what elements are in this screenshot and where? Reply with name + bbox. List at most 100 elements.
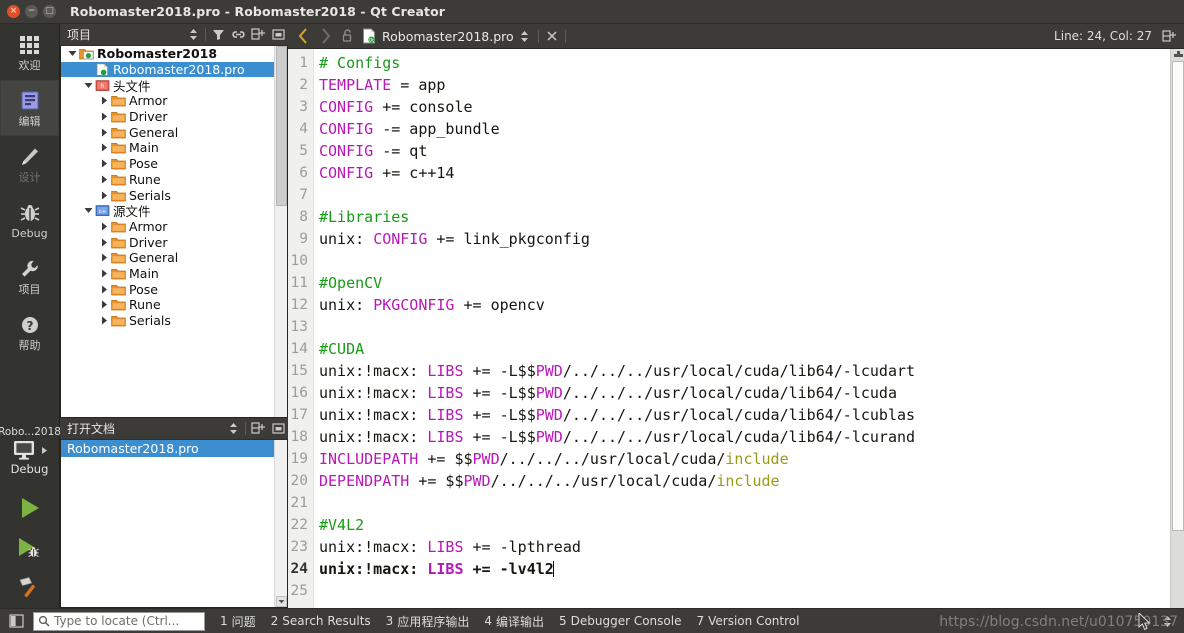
chevron-right-icon[interactable] <box>99 300 110 309</box>
locator-input[interactable]: Type to locate (Ctrl... <box>33 611 205 631</box>
output-tab-3[interactable]: 3 应用程序输出 <box>386 613 470 630</box>
tree-item-main[interactable]: Main <box>61 140 287 156</box>
chevron-right-icon[interactable] <box>99 269 110 278</box>
output-tab-4[interactable]: 4 编译输出 <box>484 613 544 630</box>
scrollbar-thumb[interactable] <box>276 46 287 206</box>
code-line[interactable]: #Libraries <box>314 206 1184 228</box>
code-line[interactable]: unix:!macx: LIBS += -L$$PWD/../../../usr… <box>314 382 1184 404</box>
mode-item-projects[interactable]: 项目 <box>0 248 59 304</box>
tree-item-general[interactable]: General <box>61 250 287 266</box>
code-line[interactable]: TEMPLATE = app <box>314 74 1184 96</box>
tree-item-robomaster2018-pro[interactable]: Robomaster2018.pro <box>61 61 287 78</box>
navigate-back-button[interactable] <box>292 26 314 46</box>
tree-item-armor[interactable]: Armor <box>61 219 287 235</box>
chevron-right-icon[interactable] <box>99 128 110 137</box>
output-tab-7[interactable]: 7 Version Control <box>696 614 799 628</box>
chevron-right-icon[interactable] <box>99 112 110 121</box>
mode-item-welcome[interactable]: 欢迎 <box>0 24 59 80</box>
tree-item-rune[interactable]: Rune <box>61 172 287 188</box>
chevron-right-icon[interactable] <box>99 159 110 168</box>
code-line[interactable]: INCLUDEPATH += $$PWD/../../../usr/local/… <box>314 448 1184 470</box>
chevron-down-icon[interactable] <box>83 82 94 89</box>
project-tree-scrollbar[interactable] <box>274 46 287 417</box>
file-dropdown-chevron-icon[interactable] <box>514 26 536 46</box>
output-tab-2[interactable]: 2 Search Results <box>271 614 371 628</box>
kit-selector[interactable]: Robo...2018 Debug <box>0 422 61 488</box>
chevron-right-icon[interactable] <box>99 253 110 262</box>
chevron-right-icon[interactable] <box>99 175 110 184</box>
tree-item-driver[interactable]: Driver <box>61 234 287 250</box>
scrollbar-thumb[interactable] <box>1172 61 1184 531</box>
code-line[interactable] <box>314 184 1184 206</box>
tree-item-driver[interactable]: Driver <box>61 109 287 125</box>
code-line[interactable]: # Configs <box>314 52 1184 74</box>
editor-file-chip[interactable]: Qt Robomaster2018.pro <box>362 28 514 44</box>
close-icon[interactable] <box>268 419 288 439</box>
split-icon[interactable] <box>248 419 268 439</box>
run-button[interactable] <box>0 488 60 528</box>
project-tree[interactable]: Robomaster2018 Robomaster2018.pro h 头文件 Armo… <box>60 46 288 418</box>
tree-item-pose[interactable]: Pose <box>61 156 287 172</box>
chevron-right-icon[interactable] <box>99 143 110 152</box>
scroll-down-arrow-icon[interactable] <box>276 596 287 607</box>
chevron-right-icon[interactable] <box>99 238 110 247</box>
code-line[interactable] <box>314 250 1184 272</box>
code-line[interactable]: DEPENDPATH += $$PWD/../../../usr/local/c… <box>314 470 1184 492</box>
filter-icon[interactable] <box>208 25 228 45</box>
mode-item-debug[interactable]: Debug <box>0 192 59 248</box>
code-line[interactable]: unix:!macx: LIBS += -L$$PWD/../../../usr… <box>314 404 1184 426</box>
chevron-down-icon[interactable] <box>83 207 94 214</box>
code-line[interactable]: CONFIG += c++14 <box>314 162 1184 184</box>
chevron-right-icon[interactable] <box>99 285 110 294</box>
chevron-right-icon[interactable] <box>99 96 110 105</box>
code-line[interactable]: unix: PKGCONFIG += opencv <box>314 294 1184 316</box>
window-maximize-button[interactable]: □ <box>43 5 56 18</box>
code-line[interactable]: #OpenCV <box>314 272 1184 294</box>
code-line[interactable]: unix: CONFIG += link_pkgconfig <box>314 228 1184 250</box>
code-line[interactable]: CONFIG += console <box>314 96 1184 118</box>
debug-button[interactable] <box>0 528 60 568</box>
chevron-down-icon[interactable] <box>67 50 78 57</box>
code-line[interactable] <box>314 316 1184 338</box>
tree-item-armor[interactable]: Armor <box>61 93 287 109</box>
link-icon[interactable] <box>228 25 248 45</box>
code-line[interactable]: #CUDA <box>314 338 1184 360</box>
chevron-right-icon[interactable] <box>99 316 110 325</box>
lock-icon[interactable] <box>336 26 358 46</box>
open-docs-selector-chevron-icon[interactable] <box>223 419 243 439</box>
tree-item-serials[interactable]: Serials <box>61 187 287 203</box>
build-button[interactable] <box>0 568 60 608</box>
close-document-button[interactable] <box>541 26 563 46</box>
tree-item-general[interactable]: General <box>61 124 287 140</box>
code-line[interactable]: unix:!macx: LIBS += -L$$PWD/../../../usr… <box>314 360 1184 382</box>
code-line[interactable]: #V4L2 <box>314 514 1184 536</box>
editor-surface[interactable]: 1 2 3 4 5 6 7 8 9 10 11 12 13 14 15 16 17 18 19 20 21 22 23 24 2… <box>288 48 1184 608</box>
split-editor-button[interactable] <box>1158 26 1180 46</box>
navigate-forward-button[interactable] <box>314 26 336 46</box>
mode-item-help[interactable]: ? 帮助 <box>0 304 59 360</box>
output-tab-5[interactable]: 5 Debugger Console <box>559 614 682 628</box>
open-documents-scrollbar[interactable] <box>274 440 287 607</box>
code-line[interactable]: unix:!macx: LIBS += -L$$PWD/../../../usr… <box>314 426 1184 448</box>
split-icon[interactable] <box>248 25 268 45</box>
tree-item-pose[interactable]: Pose <box>61 281 287 297</box>
code-text-area[interactable]: # Configs TEMPLATE = app CONFIG += console… <box>314 49 1184 608</box>
panel-selector-chevron-icon[interactable] <box>183 25 203 45</box>
open-document-item[interactable]: Robomaster2018.pro <box>61 440 287 457</box>
tree-item-robomaster2018[interactable]: Robomaster2018 <box>61 46 287 62</box>
code-line[interactable]: unix:!macx: LIBS += -lv4l2 <box>314 558 1184 580</box>
tree-item-serials[interactable]: Serials <box>61 313 287 329</box>
chevron-right-icon[interactable] <box>99 222 110 231</box>
tree-item-[interactable]: c+ 源文件 <box>61 203 287 219</box>
sidebar-toggle-icon[interactable] <box>6 612 28 630</box>
code-line[interactable]: unix:!macx: LIBS += -lpthread <box>314 536 1184 558</box>
mode-item-edit[interactable]: 编辑 <box>0 80 59 136</box>
output-tab-1[interactable]: 1 问题 <box>220 613 256 630</box>
code-line[interactable]: CONFIG -= qt <box>314 140 1184 162</box>
close-icon[interactable] <box>268 25 288 45</box>
tree-item-rune[interactable]: Rune <box>61 297 287 313</box>
tree-item-[interactable]: h 头文件 <box>61 77 287 94</box>
mode-item-design[interactable]: 设计 <box>0 136 59 192</box>
code-line[interactable]: CONFIG -= app_bundle <box>314 118 1184 140</box>
open-documents-list[interactable]: Robomaster2018.pro <box>60 440 288 608</box>
